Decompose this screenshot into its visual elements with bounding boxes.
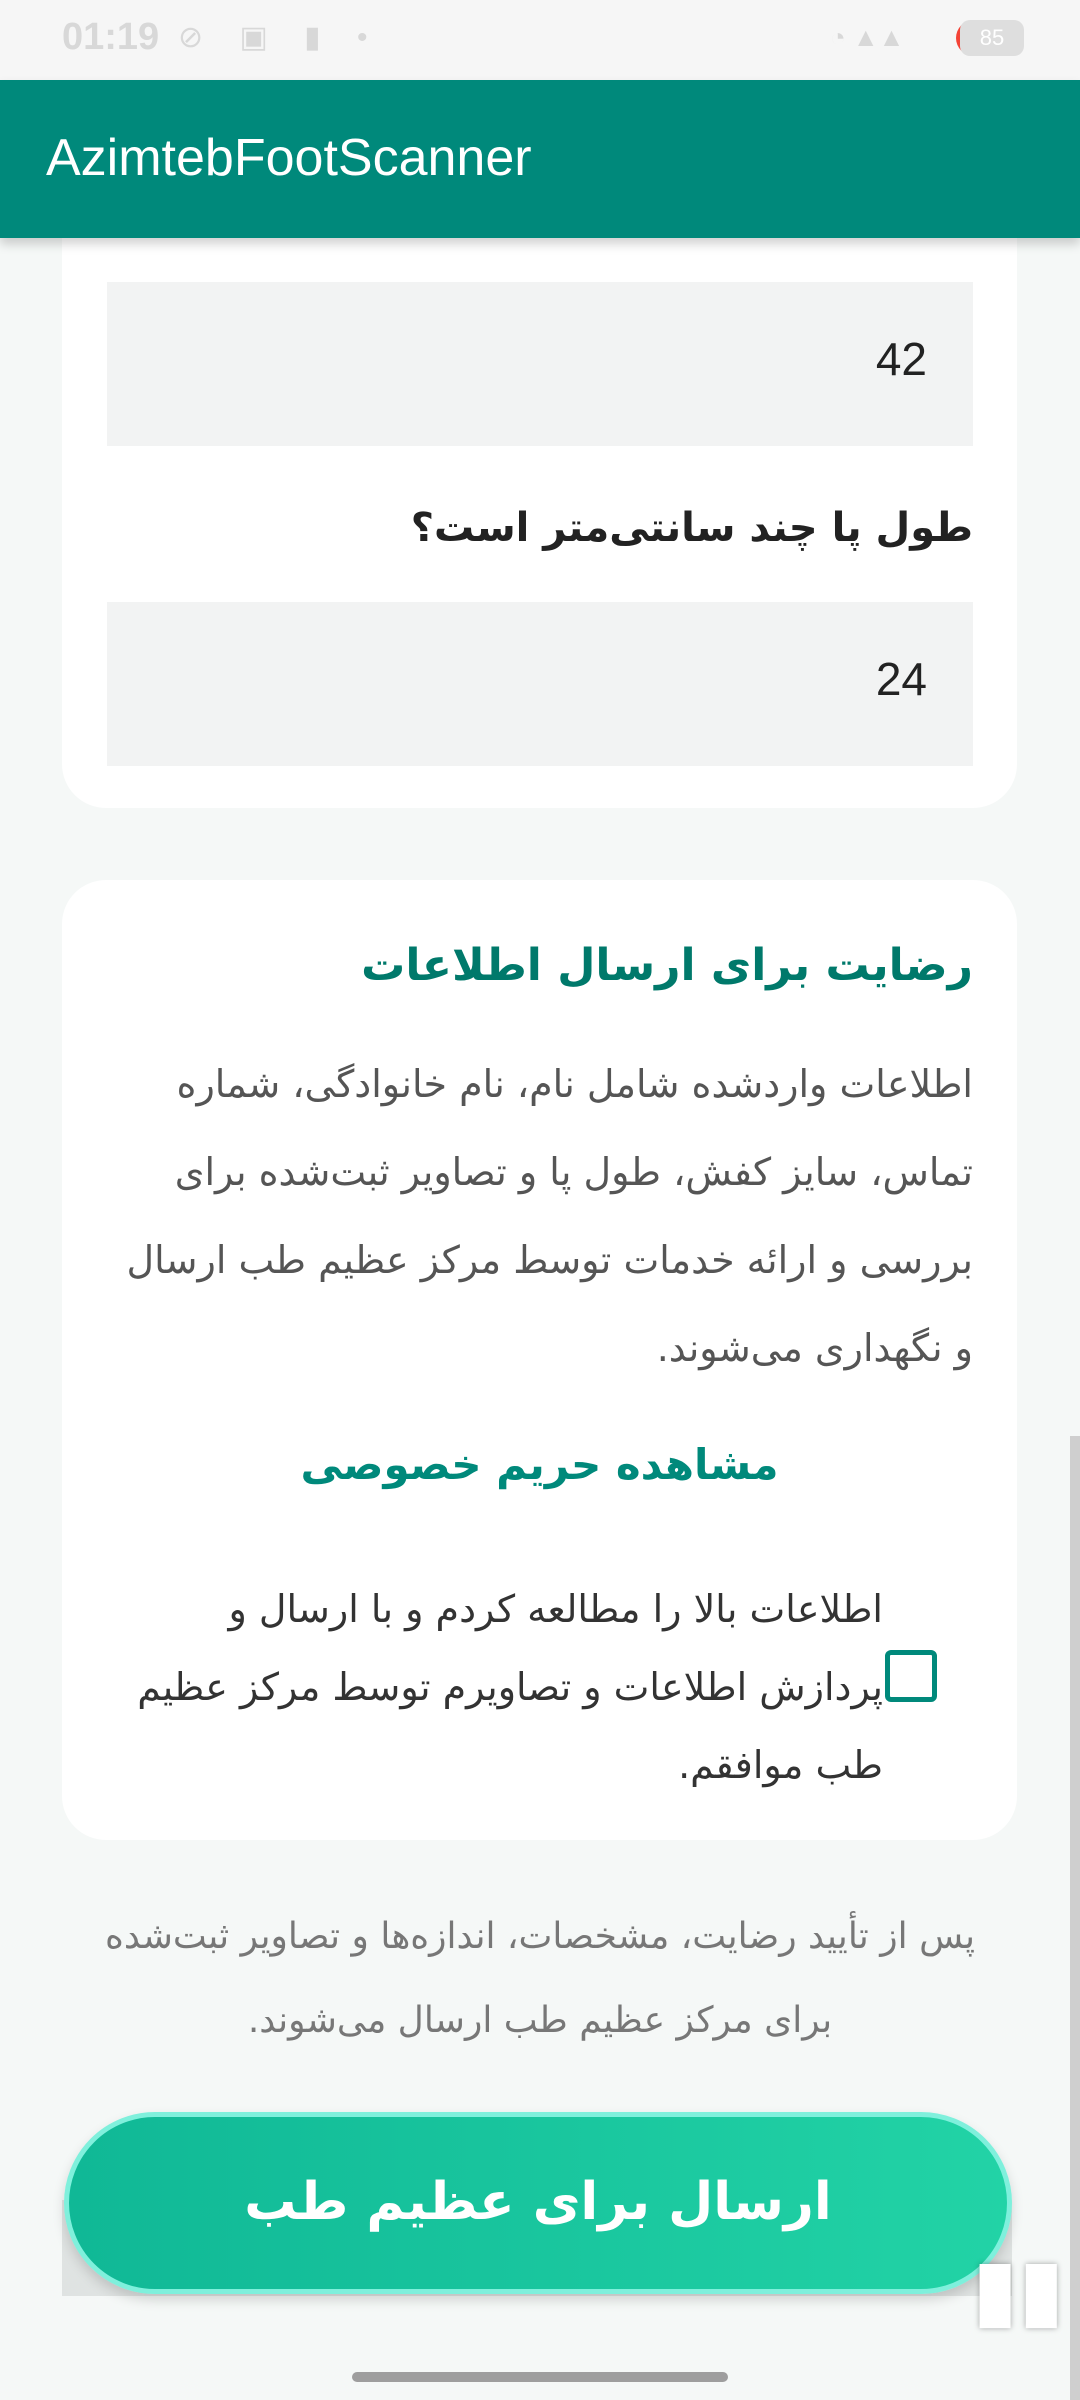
consent-title: رضایت برای ارسال اطلاعات xyxy=(361,940,973,991)
foot-length-label: طول پا چند سانتی‌متر است؟ xyxy=(410,505,973,551)
shoe-size-input[interactable]: 42 xyxy=(107,282,973,446)
foot-length-value: 24 xyxy=(875,653,927,705)
app-bar: AzimtebFootScanner xyxy=(0,80,1080,238)
status-bar: 01:19 ⊘ ▣ ▮ • ◔ ▲▲ 85 xyxy=(0,0,1080,80)
battery-icon: 85 xyxy=(960,20,1024,56)
status-time: 01:19 xyxy=(62,16,160,58)
scrollbar[interactable] xyxy=(1070,1436,1080,2400)
foot-length-input[interactable]: 24 xyxy=(107,602,973,766)
watermark-logo-icon: ▮▮ xyxy=(972,2240,1065,2338)
notification-icons: ⊘ ▣ ▮ • xyxy=(178,21,382,54)
shoe-size-value: 42 xyxy=(875,333,927,385)
gesture-nav-bar[interactable] xyxy=(352,2372,728,2382)
consent-card: رضایت برای ارسال اطلاعات اطلاعات واردشده… xyxy=(62,880,1017,1840)
consent-checkbox-label[interactable]: اطلاعات بالا را مطالعه کردم و با ارسال و… xyxy=(103,1570,883,1804)
consent-checkbox[interactable] xyxy=(885,1650,937,1702)
submission-note: پس از تأیید رضایت، مشخصات، اندازه‌ها و ت… xyxy=(105,1916,975,2041)
submit-button[interactable]: ارسال برای عظیم طب xyxy=(64,2112,1012,2294)
privacy-policy-link[interactable]: مشاهده حریم خصوصی xyxy=(62,1440,1017,1489)
app-title: AzimtebFootScanner xyxy=(46,129,532,187)
measurements-card: 42 طول پا چند سانتی‌متر است؟ 24 xyxy=(62,150,1017,808)
consent-description: اطلاعات واردشده شامل نام، نام خانوادگی، … xyxy=(126,1062,973,1370)
signal-wifi-icon: ◔ ▲▲ xyxy=(830,22,905,52)
